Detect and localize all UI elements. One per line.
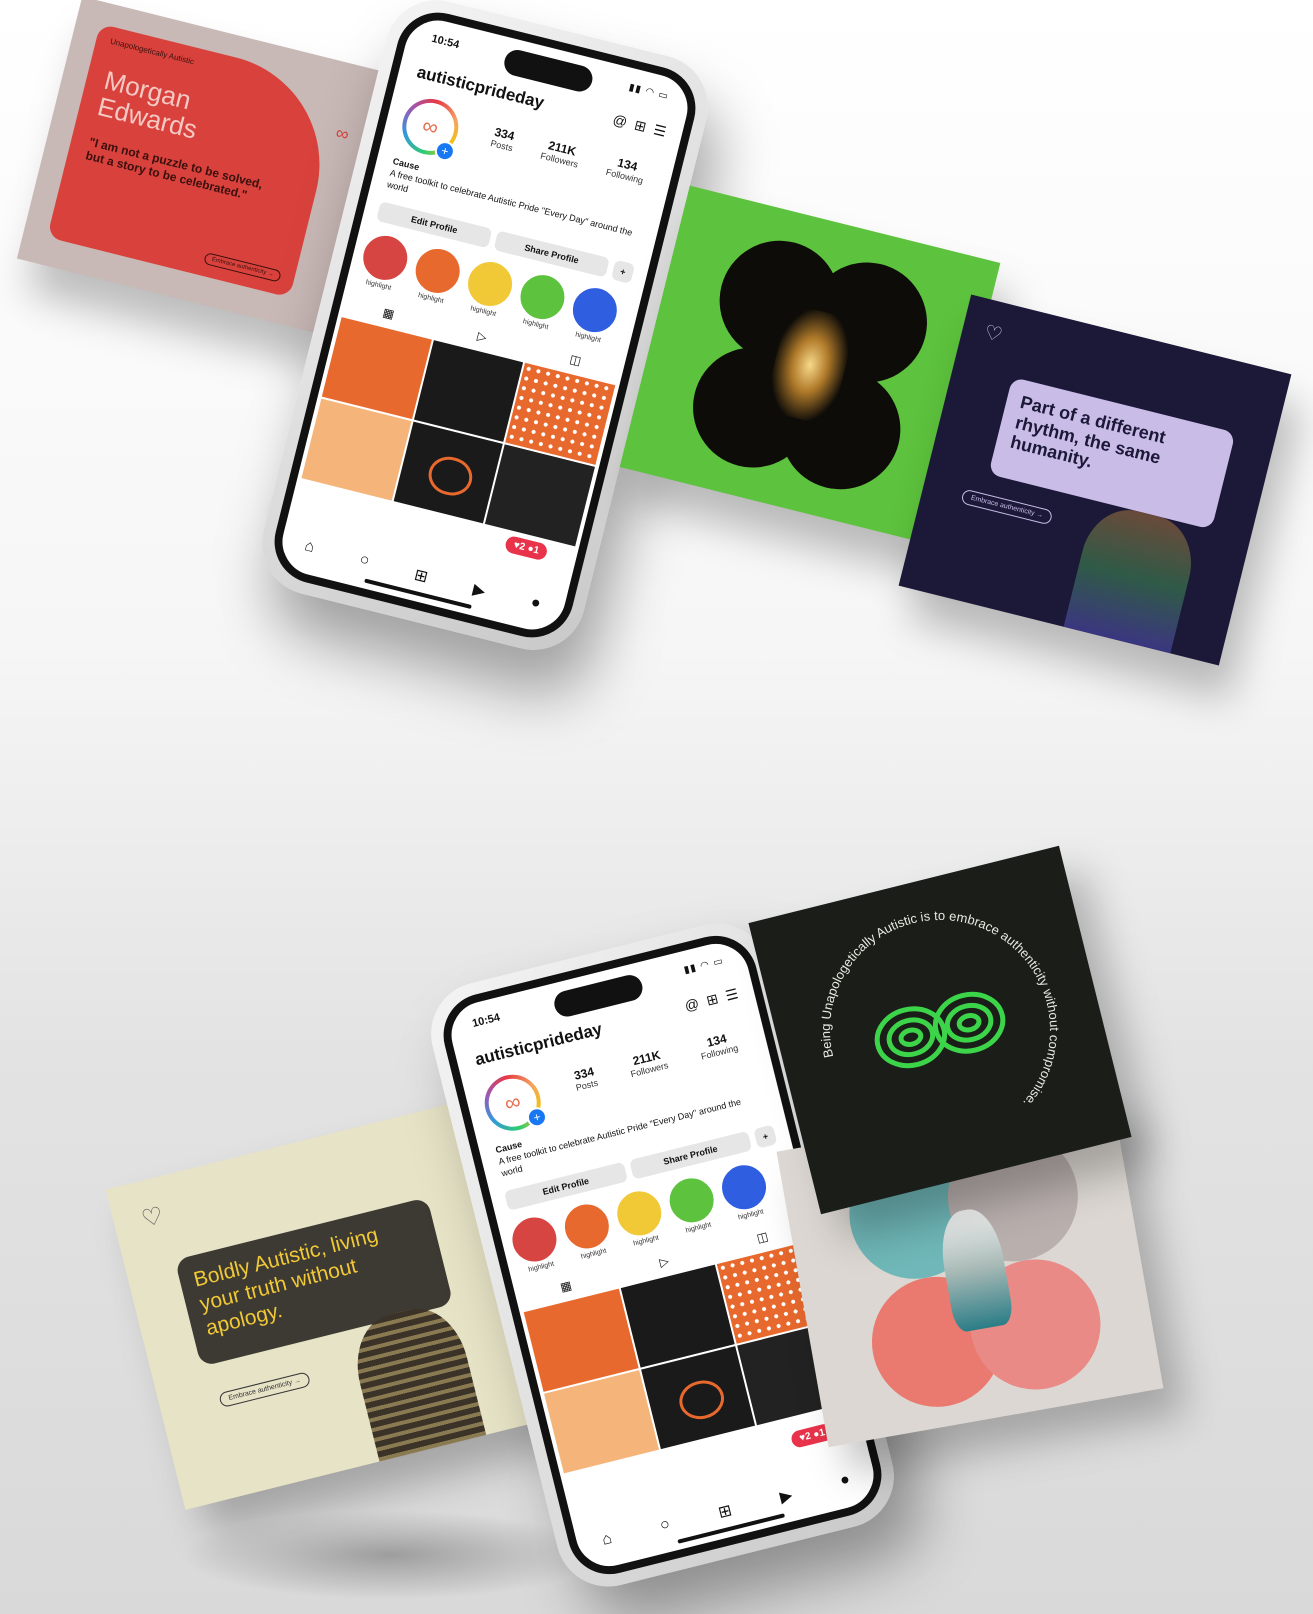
search-icon[interactable]: ○ <box>658 1516 672 1538</box>
dynamic-island <box>551 972 645 1020</box>
reels-tab-icon[interactable]: ▷ <box>658 1254 670 1270</box>
rhythm-card-text: Part of a different rhythm, the same hum… <box>1008 392 1168 472</box>
highlight-item[interactable]: highlight <box>409 244 465 307</box>
morgan-card-panel: Unapologetically Autistic Morgan Edwards… <box>47 23 343 298</box>
highlight-item[interactable]: highlight <box>461 257 517 320</box>
rhythm-card-button[interactable]: Embrace authenticity → <box>960 488 1054 526</box>
flower-shape <box>680 228 940 502</box>
search-icon[interactable]: ○ <box>357 551 371 573</box>
infinity-icon: ∞ <box>333 122 352 145</box>
highlight-item[interactable]: highlight <box>664 1173 721 1237</box>
highlight-item[interactable]: highlight <box>507 1212 564 1276</box>
morgan-card-tag: Unapologetically Autistic <box>109 36 196 67</box>
morgan-card-button[interactable]: Embrace authenticity → <box>203 252 282 283</box>
top-icons: @ ⊞ ☰ <box>683 985 740 1015</box>
highlight-item[interactable]: highlight <box>566 283 622 346</box>
grid-tab-icon[interactable]: ▦ <box>381 305 395 321</box>
highlight-item[interactable]: highlight <box>717 1160 773 1224</box>
signal-wifi-battery-icon: ▮▮ ◠ ▭ <box>682 955 726 977</box>
menu-icon[interactable]: ☰ <box>724 985 740 1005</box>
profile-avatar-icon[interactable]: ● <box>528 594 542 616</box>
status-time: 10:54 <box>430 32 461 52</box>
tagged-tab-icon[interactable]: ◫ <box>755 1229 769 1245</box>
grid-tab-icon[interactable]: ▦ <box>559 1278 573 1294</box>
threads-icon[interactable]: @ <box>683 995 701 1015</box>
heart-icon[interactable]: ♡ <box>982 319 1005 348</box>
bottom-nav: ⌂ ○ ⊞ ▶ ● <box>574 1456 877 1558</box>
stat-posts[interactable]: 334 Posts <box>489 125 517 153</box>
highlight-item[interactable]: highlight <box>612 1186 669 1250</box>
stat-following[interactable]: 134 Following <box>697 1029 739 1061</box>
profile-handle: autisticprideday <box>472 1019 605 1070</box>
reels-icon[interactable]: ▶ <box>778 1485 795 1507</box>
top-icons: @ ⊞ ☰ <box>611 111 668 141</box>
create-icon[interactable]: ⊞ <box>716 1500 734 1523</box>
avatar[interactable]: ∞ + <box>478 1068 550 1137</box>
stat-following[interactable]: 134 Following <box>605 153 648 185</box>
highlight-item[interactable]: highlight <box>560 1199 616 1263</box>
highlight-item[interactable]: highlight <box>513 270 570 333</box>
signal-wifi-battery-icon: ▮▮ ◠ ▭ <box>627 81 670 103</box>
infinity-logo-icon <box>874 991 1006 1069</box>
rhythm-card: ♡ Part of a different rhythm, the same h… <box>898 294 1292 666</box>
boldly-card-button[interactable]: Embrace authenticity → <box>218 1371 312 1409</box>
stat-followers[interactable]: 211K Followers <box>539 137 582 169</box>
threads-icon[interactable]: @ <box>611 111 629 131</box>
add-icon[interactable]: ⊞ <box>705 990 720 1009</box>
woman-photo <box>1063 500 1202 654</box>
add-person-icon[interactable]: + <box>753 1124 778 1149</box>
stat-followers[interactable]: 211K Followers <box>626 1047 670 1079</box>
tagged-tab-icon[interactable]: ◫ <box>568 352 582 368</box>
highlight-item[interactable]: highlight <box>356 231 412 294</box>
add-person-icon[interactable]: + <box>610 259 636 284</box>
add-icon[interactable]: ⊞ <box>633 116 648 135</box>
home-icon[interactable]: ⌂ <box>600 1530 614 1552</box>
create-icon[interactable]: ⊞ <box>412 565 430 588</box>
reels-icon[interactable]: ▶ <box>471 579 488 601</box>
stat-posts[interactable]: 334 Posts <box>571 1064 599 1092</box>
heart-icon[interactable]: ♡ <box>139 1201 167 1234</box>
morgan-card-quote: "I am not a puzzle to be solved, but a s… <box>84 134 265 203</box>
status-time: 10:54 <box>471 1011 502 1030</box>
home-icon[interactable]: ⌂ <box>302 537 316 559</box>
reels-tab-icon[interactable]: ▷ <box>476 329 488 345</box>
avatar[interactable]: ∞ + <box>396 92 465 164</box>
profile-avatar-icon[interactable]: ● <box>838 1471 852 1493</box>
menu-icon[interactable]: ☰ <box>652 121 668 141</box>
activity-notification[interactable]: ♥2 ●1 <box>503 534 549 562</box>
